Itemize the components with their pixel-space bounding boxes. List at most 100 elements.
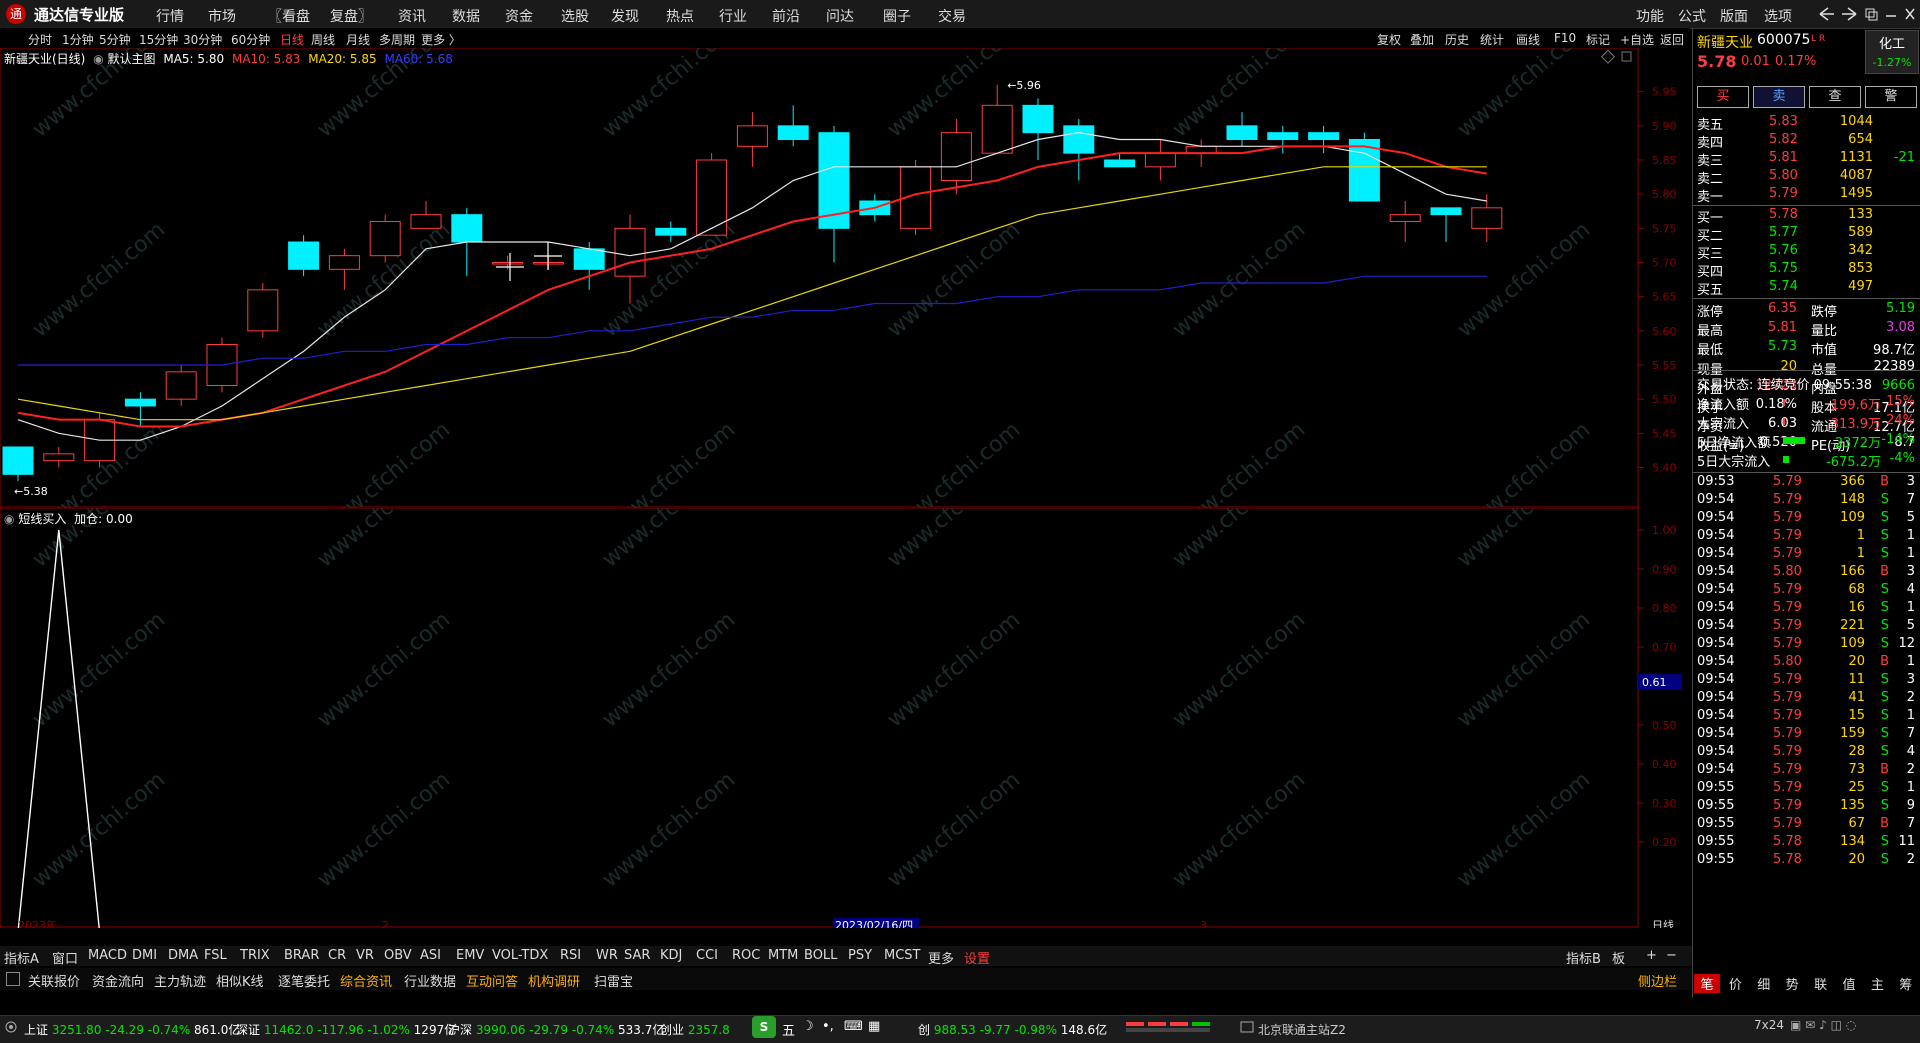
status-index[interactable]: 创业 2357.8: [660, 1021, 730, 1038]
period-tab[interactable]: 更多 〉: [421, 31, 461, 48]
tick-row[interactable]: 09:55 5.78 134 S 11: [1693, 834, 1920, 852]
top-right-menu-item[interactable]: 版面: [1720, 6, 1748, 26]
candle-up[interactable]: [1185, 145, 1217, 154]
trade-button[interactable]: 卖: [1753, 86, 1805, 108]
chart-tool-button[interactable]: 复权: [1377, 31, 1401, 48]
candle-up[interactable]: [1389, 214, 1421, 223]
candle-down[interactable]: [777, 125, 809, 141]
kline-chart[interactable]: 5.95 5.90 5.85 5.80 5.75 5.70 5.65 5.60 5.55 5.50…: [0, 48, 1692, 508]
close-icon[interactable]: [1905, 8, 1915, 20]
status-index[interactable]: 沪深 3990.06 -29.79 -0.74% 533.7亿: [448, 1021, 664, 1038]
forward-icon[interactable]: [1842, 7, 1857, 21]
indicator-tab[interactable]: OBV: [384, 948, 412, 963]
chart-tool-button[interactable]: 统计: [1480, 31, 1504, 48]
function-tab[interactable]: 机构调研: [528, 971, 580, 990]
candle-down[interactable]: [451, 214, 483, 243]
top-right-menu-item[interactable]: 选项: [1764, 6, 1792, 26]
tick-row[interactable]: 09:54 5.79 28 S 4: [1693, 744, 1920, 762]
tick-row[interactable]: 09:53 5.79 366 B 3: [1693, 474, 1920, 492]
top-menu-item[interactable]: 发现: [611, 6, 639, 26]
function-tab[interactable]: 行业数据: [404, 971, 456, 990]
tick-row[interactable]: 09:55 5.79 135 S 9: [1693, 798, 1920, 816]
tick-row[interactable]: 09:54 5.79 16 S 1: [1693, 600, 1920, 618]
tick-row[interactable]: 09:54 5.79 11 S 3: [1693, 672, 1920, 690]
indicator-right-tab[interactable]: −: [1666, 948, 1677, 963]
candle-down[interactable]: [1430, 207, 1462, 216]
candle-down[interactable]: [1308, 132, 1340, 140]
tick-row[interactable]: 09:54 5.79 109 S 5: [1693, 510, 1920, 528]
top-menu-item[interactable]: 行情: [156, 6, 184, 26]
tick-row[interactable]: 09:54 5.79 68 S 4: [1693, 582, 1920, 600]
tick-row[interactable]: 09:54 5.80 20 B 1: [1693, 654, 1920, 672]
candle-down[interactable]: [1267, 132, 1299, 140]
candle-up[interactable]: [328, 255, 360, 270]
indicator-tab[interactable]: ROC: [732, 948, 760, 963]
candle-up[interactable]: [614, 227, 646, 277]
candle-up[interactable]: [492, 262, 524, 265]
candle-up[interactable]: [940, 132, 972, 181]
quote-tab[interactable]: 主: [1864, 974, 1890, 993]
function-tab[interactable]: 逐笔委托: [278, 971, 330, 990]
indicator-tab[interactable]: 更多: [928, 948, 954, 967]
indicator-tab[interactable]: FSL: [204, 948, 227, 963]
tick-row[interactable]: 09:54 5.79 159 S 7: [1693, 726, 1920, 744]
square-icon[interactable]: [1621, 51, 1632, 62]
indicator-tab[interactable]: BRAR: [284, 948, 319, 963]
period-tab[interactable]: 日线: [280, 31, 304, 48]
legend-toggle-icon[interactable]: ◉: [93, 52, 103, 66]
top-menu-item[interactable]: 行业: [719, 6, 747, 26]
candle-down[interactable]: [1104, 159, 1136, 168]
trade-button[interactable]: 警: [1865, 86, 1917, 108]
candle-down[interactable]: [655, 227, 687, 236]
candle-up[interactable]: [981, 104, 1013, 154]
candle-down[interactable]: [573, 248, 605, 270]
chart-tool-button[interactable]: 历史: [1445, 31, 1469, 48]
indicator-tab[interactable]: MACD: [88, 948, 127, 963]
top-menu-item[interactable]: 市场: [208, 6, 236, 26]
top-menu-item[interactable]: 选股: [561, 6, 589, 26]
mail-icon[interactable]: ✉: [1805, 1018, 1815, 1032]
function-tab[interactable]: 主力轨迹: [154, 971, 206, 990]
indicator-tab[interactable]: KDJ: [660, 948, 682, 963]
tick-row[interactable]: 09:54 5.79 148 S 7: [1693, 492, 1920, 510]
top-menu-item[interactable]: 交易: [938, 6, 966, 26]
period-tab[interactable]: 5分钟: [99, 31, 131, 48]
camera-icon[interactable]: ▣: [1790, 1018, 1801, 1032]
diamond-icon[interactable]: [1600, 49, 1616, 64]
indicator-tab[interactable]: 设置: [964, 948, 990, 967]
candle-up[interactable]: [369, 221, 401, 257]
quote-tab[interactable]: 价: [1722, 974, 1748, 993]
top-menu-item[interactable]: 问达: [826, 6, 854, 26]
indicator-tab[interactable]: EMV: [456, 948, 484, 963]
top-menu-item[interactable]: 圈子: [883, 6, 911, 26]
top-menu-item[interactable]: 复盘〗: [330, 6, 372, 26]
indicator-tab[interactable]: VR: [356, 948, 374, 963]
candle-down[interactable]: [124, 398, 156, 407]
indicator-tab[interactable]: VOL-TDX: [492, 948, 548, 963]
indicator-tab[interactable]: WR: [596, 948, 618, 963]
status-index[interactable]: 创 988.53 -9.77 -0.98% 148.6亿: [918, 1021, 1107, 1038]
indicator-tab[interactable]: PSY: [848, 948, 872, 963]
tick-row[interactable]: 09:54 5.79 109 S 12: [1693, 636, 1920, 654]
period-tab[interactable]: 15分钟: [139, 31, 178, 48]
candle-up[interactable]: [410, 214, 442, 229]
tick-row[interactable]: 09:54 5.79 1 S 1: [1693, 528, 1920, 546]
chart-tool-button[interactable]: 画线: [1516, 31, 1540, 48]
top-menu-item[interactable]: 数据: [452, 6, 480, 26]
candle-up[interactable]: [1471, 207, 1503, 229]
top-right-menu-item[interactable]: 功能: [1636, 6, 1664, 26]
top-menu-item[interactable]: 〖看盘: [268, 6, 310, 26]
period-tab[interactable]: 多周期: [379, 31, 415, 48]
indicator-tab[interactable]: CCI: [696, 948, 718, 963]
candle-up[interactable]: [736, 125, 768, 147]
chart-tool-button[interactable]: 叠加: [1410, 31, 1434, 48]
indicator-tab[interactable]: DMI: [132, 948, 157, 963]
sector-box[interactable]: 化工 -1.27%: [1865, 30, 1919, 74]
indicator-tab[interactable]: MCST: [884, 948, 921, 963]
back-icon[interactable]: [1819, 7, 1834, 21]
trade-button[interactable]: 查: [1809, 86, 1861, 108]
chart-tool-button[interactable]: +自选: [1620, 31, 1654, 48]
panel-toggle-icon[interactable]: [6, 972, 20, 986]
tick-row[interactable]: 09:54 5.79 1 S 1: [1693, 546, 1920, 564]
tick-row[interactable]: 09:54 5.79 221 S 5: [1693, 618, 1920, 636]
